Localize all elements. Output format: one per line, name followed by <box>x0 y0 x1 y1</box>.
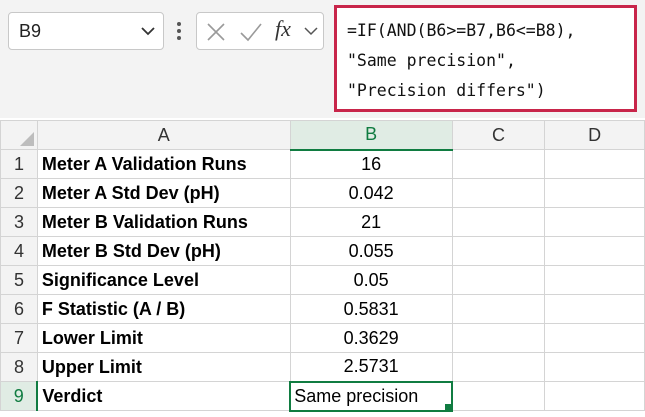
cell-d9[interactable] <box>544 381 645 411</box>
cell-b4[interactable]: 0.055 <box>289 236 453 266</box>
formula-input[interactable]: =IF(AND(B6>=B7,B6<=B8), "Same precision"… <box>334 5 637 112</box>
cell-a5[interactable]: Significance Level <box>36 265 291 295</box>
cell-c8[interactable] <box>451 352 546 382</box>
cell-d2[interactable] <box>544 178 645 208</box>
table-row: 5 Significance Level 0.05 <box>0 265 645 295</box>
row-header[interactable]: 7 <box>0 323 38 353</box>
cell-b6[interactable]: 0.5831 <box>289 294 453 324</box>
formula-expand-chevron-icon[interactable] <box>303 23 319 39</box>
row-header[interactable]: 5 <box>0 265 38 295</box>
formula-line-1: =IF(AND(B6>=B7,B6<=B8), <box>347 21 576 40</box>
formula-line-2: "Same precision", <box>347 51 516 70</box>
cell-d8[interactable] <box>544 352 645 382</box>
cell-b9-active[interactable]: Same precision <box>289 380 454 412</box>
column-header-b[interactable]: B <box>289 120 453 151</box>
cell-b8[interactable]: 2.5731 <box>289 352 453 382</box>
table-row: 9 Verdict Same precision <box>0 380 645 412</box>
cell-d3[interactable] <box>544 207 645 237</box>
cell-c1[interactable] <box>451 149 546 179</box>
name-box-value: B9 <box>19 21 42 41</box>
cell-a3[interactable]: Meter B Validation Runs <box>36 207 291 237</box>
select-all-corner[interactable] <box>0 120 38 150</box>
cell-d1[interactable] <box>544 149 645 179</box>
select-all-triangle-icon <box>19 132 34 146</box>
row-header[interactable]: 1 <box>0 149 38 179</box>
cell-d6[interactable] <box>544 294 645 324</box>
row-header[interactable]: 9 <box>0 381 39 411</box>
cell-b7[interactable]: 0.3629 <box>289 323 453 353</box>
more-vertical-icon[interactable] <box>175 20 183 42</box>
column-header-d[interactable]: D <box>544 120 645 150</box>
cell-a9[interactable]: Verdict <box>36 381 291 411</box>
cell-b5[interactable]: 0.05 <box>289 265 453 295</box>
cell-a2[interactable]: Meter A Std Dev (pH) <box>36 178 291 208</box>
table-row: 6 F Statistic (A / B) 0.5831 <box>0 294 645 324</box>
table-row: 2 Meter A Std Dev (pH) 0.042 <box>0 178 645 208</box>
row-header[interactable]: 4 <box>0 236 38 266</box>
cell-a8[interactable]: Upper Limit <box>36 352 291 382</box>
cell-c7[interactable] <box>451 323 546 353</box>
table-row: 1 Meter A Validation Runs 16 <box>0 149 645 179</box>
row-header[interactable]: 3 <box>0 207 38 237</box>
cell-c2[interactable] <box>451 178 546 208</box>
table-row: 7 Lower Limit 0.3629 <box>0 323 645 353</box>
row-header[interactable]: 6 <box>0 294 38 324</box>
table-row: 3 Meter B Validation Runs 21 <box>0 207 645 237</box>
active-cell-value: Same precision <box>294 385 419 406</box>
cell-a4[interactable]: Meter B Std Dev (pH) <box>36 236 291 266</box>
fx-icon[interactable]: fx <box>275 16 291 42</box>
cell-b3[interactable]: 21 <box>289 207 453 237</box>
cell-c5[interactable] <box>451 265 546 295</box>
cell-c4[interactable] <box>451 236 546 266</box>
formula-controls: fx <box>196 12 324 50</box>
spreadsheet-grid: A B C D 1 Meter A Validation Runs 16 2 M… <box>0 120 645 412</box>
cell-d5[interactable] <box>544 265 645 295</box>
chevron-down-icon[interactable] <box>139 22 157 40</box>
cell-a7[interactable]: Lower Limit <box>36 323 291 353</box>
column-header-a[interactable]: A <box>36 120 291 150</box>
cell-a1[interactable]: Meter A Validation Runs <box>36 149 291 179</box>
name-box[interactable]: B9 <box>8 12 164 50</box>
row-header[interactable]: 2 <box>0 178 38 208</box>
column-header-c[interactable]: C <box>451 120 546 150</box>
cell-c6[interactable] <box>451 294 546 324</box>
formula-toolbar: B9 fx =IF(AND(B6>=B7,B6<=B8), "Same prec… <box>0 0 645 118</box>
cell-c3[interactable] <box>451 207 546 237</box>
cell-c9[interactable] <box>451 381 546 411</box>
check-icon[interactable] <box>239 21 263 43</box>
table-row: 8 Upper Limit 2.5731 <box>0 352 645 382</box>
cell-d7[interactable] <box>544 323 645 353</box>
close-icon[interactable] <box>205 21 227 43</box>
cell-b2[interactable]: 0.042 <box>289 178 453 208</box>
cell-b1[interactable]: 16 <box>289 149 453 179</box>
fill-handle[interactable] <box>444 402 451 409</box>
row-header[interactable]: 8 <box>0 352 38 382</box>
cell-d4[interactable] <box>544 236 645 266</box>
formula-line-3: "Precision differs") <box>347 81 546 100</box>
table-row: 4 Meter B Std Dev (pH) 0.055 <box>0 236 645 266</box>
cell-a6[interactable]: F Statistic (A / B) <box>36 294 291 324</box>
